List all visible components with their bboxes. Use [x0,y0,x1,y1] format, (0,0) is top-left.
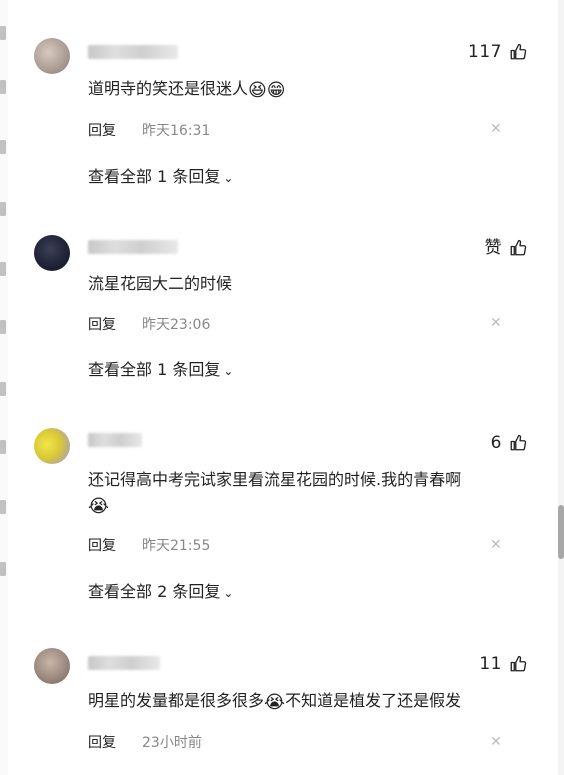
edge-fragment [0,140,6,154]
timestamp: 昨天21:55 [142,538,211,554]
username-blurred[interactable] [88,45,178,59]
avatar[interactable] [34,428,70,464]
scrollbar-track[interactable] [558,0,564,775]
like-count: 117 [468,42,502,62]
like-count: 6 [490,433,502,453]
comment-text: 还记得高中考完试家里看流星花园的时候.我的青春啊 😭 [88,467,508,519]
close-icon[interactable]: ✕ [490,537,502,553]
left-panel-edge [0,0,8,775]
scrollbar-thumb[interactable] [558,505,564,559]
view-all-label: 查看全部 1 条回复 [88,167,221,186]
edge-fragment [0,500,6,514]
reply-button[interactable]: 回复 [88,120,116,140]
chevron-down-icon: ⌄ [223,364,234,378]
username-blurred[interactable] [88,433,142,447]
comment-text-body: 还记得高中考完试家里看流星花园的时候.我的青春啊 [88,470,462,489]
view-all-replies-link[interactable]: 查看全部 1 条回复 ⌄ [88,163,233,187]
avatar[interactable] [34,38,70,74]
grinning-emoji-icon: 😁 [266,80,286,101]
comment-text-body: 道明寺的笑还是很迷人 [88,79,249,98]
thumbs-up-icon[interactable] [509,434,527,452]
chevron-down-icon: ⌄ [223,586,234,600]
view-all-label: 查看全部 1 条回复 [88,360,221,379]
comment-text: 明星的发量都是很多很多😭不知道是植发了还是假发 [88,688,508,715]
crying-emoji-icon: 😭 [264,692,286,713]
crying-emoji-icon: 😭 [88,496,110,517]
view-all-replies-link[interactable]: 查看全部 2 条回复 ⌄ [88,578,233,602]
laughing-emoji-icon: 😆 [248,80,267,101]
close-icon[interactable]: ✕ [490,734,502,750]
username-blurred[interactable] [88,656,160,670]
comment-text: 流星花园大二的时候 [88,271,508,296]
edge-fragment [0,320,6,334]
edge-fragment [0,80,6,94]
reply-button[interactable]: 回复 [88,732,116,752]
reply-button[interactable]: 回复 [88,314,116,334]
thumbs-up-icon[interactable] [509,43,527,61]
timestamp: 昨天23:06 [142,317,211,333]
reply-button[interactable]: 回复 [88,535,116,555]
edge-fragment [0,562,6,576]
view-all-label: 查看全部 2 条回复 [88,582,221,601]
thumbs-up-icon[interactable] [509,239,527,257]
timestamp: 昨天16:31 [142,123,211,139]
timestamp: 23小时前 [142,735,202,751]
comment-text-body: 明星的发量都是很多很多 [88,691,265,710]
close-icon[interactable]: ✕ [490,121,502,137]
avatar[interactable] [34,648,70,684]
like-count: 赞 [484,238,502,258]
comment-text-body: 流星花园大二的时候 [88,274,233,293]
close-icon[interactable]: ✕ [490,315,502,331]
edge-fragment [0,202,6,216]
comment-text: 道明寺的笑还是很迷人😆😁 [88,76,508,103]
edge-fragment [0,26,6,40]
view-all-replies-link[interactable]: 查看全部 1 条回复 ⌄ [88,356,233,380]
chevron-down-icon: ⌄ [223,171,234,185]
thumbs-up-icon[interactable] [509,655,527,673]
edge-fragment [0,382,6,396]
comment-text-continuation: 不知道是植发了还是假发 [285,691,462,710]
edge-fragment [0,440,6,454]
edge-fragment [0,262,6,276]
like-count: 11 [479,654,502,674]
username-blurred[interactable] [88,240,178,254]
avatar[interactable] [34,235,70,271]
